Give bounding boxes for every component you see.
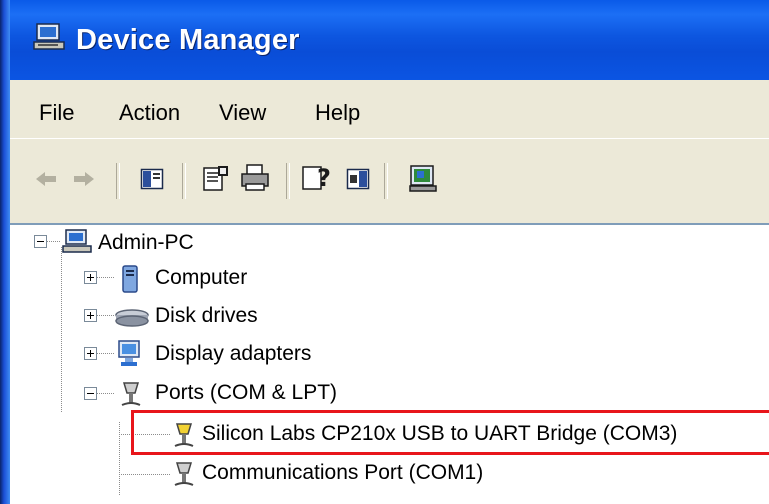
tree-node-display-adapters[interactable]: Display adapters — [10, 336, 510, 372]
tree-guide — [97, 315, 115, 316]
window-frame-left — [0, 0, 10, 504]
svg-text:?: ? — [317, 164, 331, 192]
tree-guide — [97, 277, 115, 278]
computer-icon — [62, 229, 92, 253]
back-arrow-icon[interactable] — [34, 169, 58, 189]
toolbar-separator — [384, 163, 388, 199]
menu-action[interactable]: Action — [119, 100, 180, 126]
toolbar: ? — [10, 138, 769, 219]
computer-icon — [33, 23, 65, 50]
disk-drive-icon — [115, 309, 149, 327]
toolbar-separator — [286, 163, 290, 199]
expand-toggle[interactable] — [84, 309, 97, 322]
tree-node-admin-pc[interactable]: Admin-PC — [10, 225, 510, 261]
device-tree: Admin-PC Computer Disk drives Display ad… — [10, 225, 769, 504]
display-adapter-icon — [118, 340, 140, 366]
tree-node-label: Ports (COM & LPT) — [155, 381, 338, 404]
help-icon[interactable]: ? — [301, 163, 333, 193]
device-manager-window: Device Manager File Action View Help ? A… — [0, 0, 769, 504]
tree-guide — [97, 353, 115, 354]
tree-node-label: Communications Port (COM1) — [202, 461, 484, 484]
scan-hardware-icon[interactable] — [408, 163, 438, 193]
expand-toggle[interactable] — [84, 347, 97, 360]
window-title: Device Manager — [76, 24, 300, 56]
menu-view[interactable]: View — [219, 100, 266, 126]
tree-pane-border — [10, 218, 769, 225]
tree-node-disk-drives[interactable]: Disk drives — [10, 298, 510, 334]
print-icon[interactable] — [240, 163, 270, 193]
tree-node-ports[interactable]: Ports (COM & LPT) — [10, 375, 510, 411]
show-hide-console-tree-icon[interactable] — [140, 167, 164, 191]
tree-node-communications-port[interactable]: Communications Port (COM1) — [10, 455, 769, 491]
collapse-toggle[interactable] — [34, 235, 47, 248]
forward-arrow-icon[interactable] — [72, 169, 96, 189]
tree-guide — [97, 393, 115, 394]
port-icon — [121, 382, 141, 406]
tree-node-label: Display adapters — [155, 342, 312, 365]
tree-guide — [47, 241, 61, 242]
properties-icon[interactable] — [201, 163, 231, 193]
show-hide-action-pane-icon[interactable] — [346, 167, 370, 191]
menu-help[interactable]: Help — [315, 100, 360, 126]
collapse-toggle[interactable] — [84, 387, 97, 400]
menu-bar: File Action View Help — [10, 80, 769, 138]
tree-guide — [119, 474, 171, 475]
expand-toggle[interactable] — [84, 271, 97, 284]
tree-node-label: Admin-PC — [98, 231, 194, 254]
tree-node-label: Disk drives — [155, 304, 258, 327]
tree-node-label: Computer — [155, 266, 248, 289]
computer-icon — [122, 265, 138, 293]
toolbar-separator — [182, 163, 186, 199]
title-bar[interactable]: Device Manager — [10, 0, 769, 80]
highlight-annotation-box — [131, 410, 769, 455]
tree-node-computer[interactable]: Computer — [10, 260, 510, 296]
toolbar-separator — [116, 163, 120, 199]
menu-file[interactable]: File — [39, 100, 74, 126]
port-icon — [174, 462, 194, 486]
